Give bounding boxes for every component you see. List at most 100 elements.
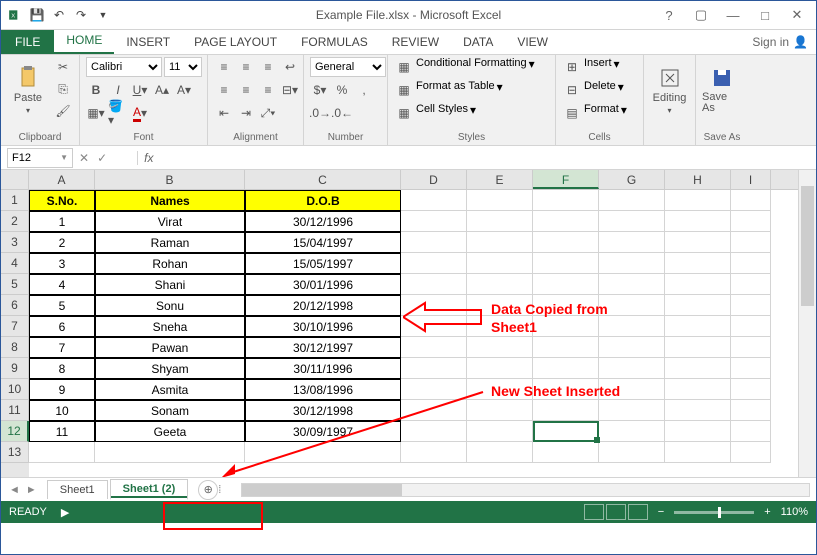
cell[interactable]: Pawan: [95, 337, 245, 358]
column-header[interactable]: H: [665, 170, 731, 189]
cell[interactable]: [467, 421, 533, 442]
column-header[interactable]: D: [401, 170, 467, 189]
cell[interactable]: [665, 400, 731, 421]
cell[interactable]: [467, 316, 533, 337]
cell[interactable]: [533, 253, 599, 274]
format-painter-icon[interactable]: 🖌: [53, 101, 73, 121]
zoom-in-icon[interactable]: +: [764, 506, 770, 518]
tab-page-layout[interactable]: PAGE LAYOUT: [182, 30, 289, 54]
cell[interactable]: [467, 337, 533, 358]
column-header[interactable]: F: [533, 170, 599, 189]
cell[interactable]: [533, 295, 599, 316]
cell[interactable]: [467, 442, 533, 463]
grow-font-icon[interactable]: A▴: [152, 80, 172, 100]
cut-icon[interactable]: ✂: [53, 57, 73, 77]
cell[interactable]: [533, 337, 599, 358]
tab-view[interactable]: VIEW: [505, 30, 560, 54]
cell[interactable]: [731, 190, 771, 211]
cell[interactable]: [599, 442, 665, 463]
tab-home[interactable]: HOME: [54, 28, 114, 54]
cell[interactable]: [599, 274, 665, 295]
cell[interactable]: [533, 442, 599, 463]
cell[interactable]: [401, 421, 467, 442]
cell[interactable]: [599, 232, 665, 253]
fx-icon[interactable]: fx: [137, 151, 159, 165]
formula-input[interactable]: [159, 148, 816, 168]
cell[interactable]: [401, 316, 467, 337]
cell[interactable]: [599, 337, 665, 358]
cell[interactable]: 6: [29, 316, 95, 337]
cell[interactable]: [467, 379, 533, 400]
cell[interactable]: [665, 358, 731, 379]
conditional-formatting-button[interactable]: ▦Conditional Formatting▾: [394, 57, 535, 77]
cell[interactable]: 11: [29, 421, 95, 442]
shrink-font-icon[interactable]: A▾: [174, 80, 194, 100]
align-left-icon[interactable]: ≡: [214, 80, 234, 100]
cell[interactable]: Sneha: [95, 316, 245, 337]
cell[interactable]: 30/01/1996: [245, 274, 401, 295]
bold-icon[interactable]: B: [86, 80, 106, 100]
cell[interactable]: 13/08/1996: [245, 379, 401, 400]
increase-indent-icon[interactable]: ⇥: [236, 103, 256, 123]
border-icon[interactable]: ▦▾: [86, 103, 106, 123]
insert-cells-button[interactable]: ⊞Insert▾: [562, 57, 620, 77]
cell[interactable]: Raman: [95, 232, 245, 253]
align-right-icon[interactable]: ≡: [258, 80, 278, 100]
row-header[interactable]: 8: [1, 337, 29, 358]
cell[interactable]: 15/05/1997: [245, 253, 401, 274]
save-icon[interactable]: 💾: [29, 5, 45, 25]
cell[interactable]: [401, 400, 467, 421]
tab-data[interactable]: DATA: [451, 30, 505, 54]
column-header[interactable]: E: [467, 170, 533, 189]
cell[interactable]: 3: [29, 253, 95, 274]
cell[interactable]: [401, 358, 467, 379]
zoom-level[interactable]: 110%: [781, 506, 808, 518]
cell[interactable]: [533, 358, 599, 379]
row-header[interactable]: 10: [1, 379, 29, 400]
view-normal-icon[interactable]: [584, 504, 604, 520]
cell[interactable]: [401, 253, 467, 274]
scrollbar-thumb[interactable]: [801, 186, 814, 306]
cell[interactable]: [533, 190, 599, 211]
format-table-button[interactable]: ▦Format as Table▾: [394, 80, 503, 100]
row-header[interactable]: 1: [1, 190, 29, 211]
view-page-break-icon[interactable]: [628, 504, 648, 520]
decrease-indent-icon[interactable]: ⇤: [214, 103, 234, 123]
row-header[interactable]: 6: [1, 295, 29, 316]
select-all-corner[interactable]: [1, 170, 29, 190]
cell[interactable]: [599, 400, 665, 421]
save-as-button[interactable]: Save As: [702, 57, 742, 123]
cell[interactable]: [467, 232, 533, 253]
align-middle-icon[interactable]: ≡: [236, 57, 256, 77]
cell[interactable]: Names: [95, 190, 245, 211]
sheet-nav-next-icon[interactable]: ►: [26, 484, 37, 496]
column-header[interactable]: B: [95, 170, 245, 189]
cell[interactable]: [731, 232, 771, 253]
italic-icon[interactable]: I: [108, 80, 128, 100]
cell[interactable]: [665, 337, 731, 358]
cell[interactable]: [95, 442, 245, 463]
name-box[interactable]: F12▼: [7, 148, 73, 168]
cell[interactable]: [731, 442, 771, 463]
cell[interactable]: D.O.B: [245, 190, 401, 211]
font-size-combo[interactable]: 11: [164, 57, 202, 77]
cell[interactable]: 8: [29, 358, 95, 379]
row-header[interactable]: 5: [1, 274, 29, 295]
cell[interactable]: [467, 274, 533, 295]
cell[interactable]: [731, 379, 771, 400]
cell[interactable]: 15/04/1997: [245, 232, 401, 253]
fill-color-icon[interactable]: 🪣▾: [108, 103, 128, 123]
cell[interactable]: [731, 337, 771, 358]
cell[interactable]: [665, 253, 731, 274]
cell[interactable]: [533, 400, 599, 421]
cell[interactable]: [533, 274, 599, 295]
row-header[interactable]: 2: [1, 211, 29, 232]
new-sheet-button[interactable]: ⊕: [198, 480, 218, 500]
merge-icon[interactable]: ⊟▾: [280, 80, 300, 100]
cell[interactable]: 7: [29, 337, 95, 358]
maximize-icon[interactable]: □: [754, 8, 776, 23]
vertical-scrollbar[interactable]: [798, 170, 816, 477]
cell[interactable]: 30/10/1996: [245, 316, 401, 337]
undo-icon[interactable]: ↶: [51, 5, 67, 25]
cell[interactable]: Shyam: [95, 358, 245, 379]
